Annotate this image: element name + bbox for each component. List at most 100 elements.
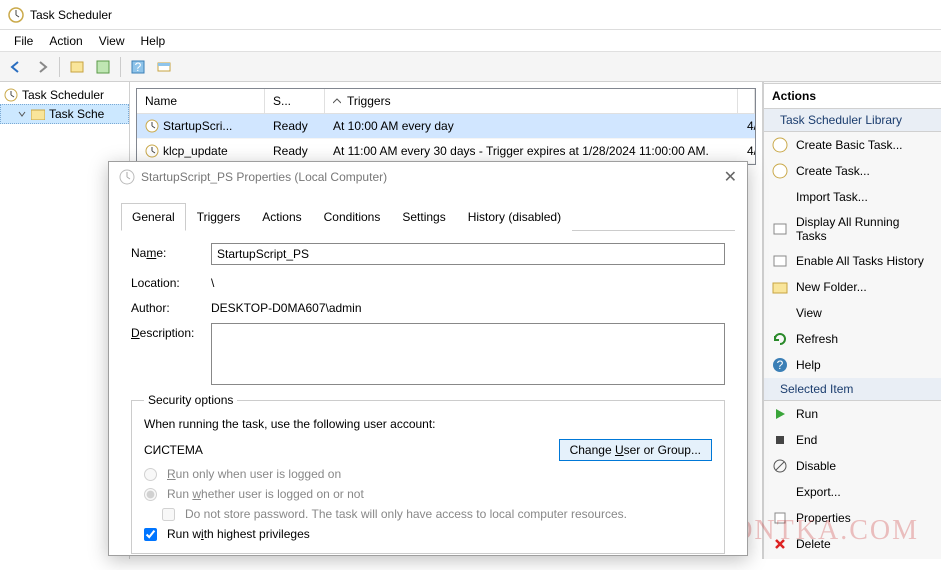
task-list: Name S... Triggers StartupScri... Ready … [136, 88, 756, 165]
security-options-group: Security options When running the task, … [131, 393, 725, 554]
close-icon[interactable]: ✕ [724, 167, 737, 187]
description-input[interactable] [211, 323, 725, 385]
col-status[interactable]: S... [265, 89, 325, 113]
dialog-title: StartupScript_PS Properties (Local Compu… [141, 170, 387, 184]
action-export[interactable]: Export... [764, 479, 941, 505]
tab-conditions[interactable]: Conditions [313, 203, 392, 231]
highest-priv-checkbox[interactable] [144, 528, 157, 541]
svg-text:?: ? [135, 60, 142, 74]
location-value: \ [211, 273, 214, 290]
name-input[interactable] [211, 243, 725, 265]
tab-general[interactable]: General [121, 203, 186, 231]
tab-triggers[interactable]: Triggers [186, 203, 252, 231]
change-user-button[interactable]: Change User or Group... [559, 439, 712, 461]
up-button[interactable] [65, 55, 89, 79]
action-label: Create Basic Task... [796, 138, 903, 152]
task-status: Ready [265, 116, 325, 136]
tree-library[interactable]: Task Sche [0, 104, 129, 124]
delete-icon [772, 536, 788, 552]
actions-header: Actions [764, 83, 941, 109]
action-create-basic[interactable]: Create Basic Task... [764, 132, 941, 158]
action-label: Help [796, 358, 821, 372]
action-label: Refresh [796, 332, 838, 346]
no-store-checkbox [162, 508, 175, 521]
action-label: Display All Running Tasks [796, 215, 933, 243]
menu-view[interactable]: View [91, 31, 133, 51]
disable-icon [772, 458, 788, 474]
toolbar-separator [120, 57, 121, 77]
dialog-tabs: General Triggers Actions Conditions Sett… [121, 202, 735, 231]
task-status: Ready [265, 141, 325, 161]
help-button[interactable]: ? [126, 55, 150, 79]
task-triggers: At 11:00 AM every 30 days - Trigger expi… [325, 141, 739, 161]
tab-settings[interactable]: Settings [391, 203, 456, 231]
action-end[interactable]: End [764, 427, 941, 453]
properties-icon [772, 510, 788, 526]
col-triggers[interactable]: Triggers [325, 89, 738, 113]
task-name: StartupScri... [163, 119, 232, 133]
task-row[interactable]: StartupScri... Ready At 10:00 AM every d… [137, 114, 755, 139]
title-bar: Task Scheduler [0, 0, 941, 30]
action-disable[interactable]: Disable [764, 453, 941, 479]
window-title: Task Scheduler [30, 8, 112, 22]
dialog-icon [119, 169, 135, 185]
tab-content-general: Name: Location: \ Author: DESKTOP-D0MA60… [121, 231, 735, 560]
running-tasks-icon [772, 221, 788, 237]
actions-selected-section: Selected Item [764, 378, 941, 401]
folder-icon [772, 279, 788, 295]
forward-button[interactable] [30, 55, 54, 79]
toolbar-extra-button[interactable] [152, 55, 176, 79]
security-user: СИСТЕМА [144, 443, 553, 457]
menu-help[interactable]: Help [133, 31, 174, 51]
task-name: klcp_update [163, 144, 228, 158]
back-button[interactable] [4, 55, 28, 79]
end-icon [772, 432, 788, 448]
action-enable-history[interactable]: Enable All Tasks History [764, 248, 941, 274]
actions-lib-section: Task Scheduler Library [764, 109, 941, 132]
tree-library-label: Task Sche [49, 107, 104, 121]
menu-file[interactable]: File [6, 31, 41, 51]
svg-text:?: ? [777, 358, 784, 372]
description-label: Description: [131, 323, 211, 340]
folder-icon [31, 108, 45, 120]
tree-root[interactable]: Task Scheduler [0, 86, 129, 104]
action-run[interactable]: Run [764, 401, 941, 427]
run-logged-label: Run only when user is logged on [167, 467, 341, 481]
task-scheduler-icon [8, 7, 24, 23]
author-value: DESKTOP-D0MA607\admin [211, 298, 362, 315]
col-extra[interactable] [738, 89, 755, 113]
chevron-down-icon [17, 109, 27, 119]
action-view[interactable]: View [764, 300, 941, 326]
action-delete[interactable]: Delete [764, 531, 941, 557]
action-import[interactable]: Import Task... [764, 184, 941, 210]
tab-history[interactable]: History (disabled) [457, 203, 572, 231]
history-icon [772, 253, 788, 269]
create-basic-icon [772, 137, 788, 153]
action-help[interactable]: ? Help [764, 352, 941, 378]
properties-button[interactable] [91, 55, 115, 79]
create-task-icon [772, 163, 788, 179]
task-scheduler-icon [4, 88, 18, 102]
tab-actions[interactable]: Actions [251, 203, 312, 231]
action-label: Import Task... [796, 190, 868, 204]
name-label: Name: [131, 243, 211, 260]
action-refresh[interactable]: Refresh [764, 326, 941, 352]
action-new-folder[interactable]: New Folder... [764, 274, 941, 300]
run-whether-radio [144, 488, 157, 501]
menu-action[interactable]: Action [41, 31, 90, 51]
action-label: Delete [796, 537, 831, 551]
action-display-running[interactable]: Display All Running Tasks [764, 210, 941, 248]
no-store-label: Do not store password. The task will onl… [185, 507, 627, 521]
clock-icon [145, 144, 159, 158]
task-list-header: Name S... Triggers [137, 89, 755, 114]
action-label: Create Task... [796, 164, 870, 178]
security-legend: Security options [144, 393, 237, 407]
refresh-icon [772, 331, 788, 347]
toolbar: ? [0, 52, 941, 82]
dialog-body: General Triggers Actions Conditions Sett… [109, 192, 747, 570]
col-name[interactable]: Name [137, 89, 265, 113]
tree-root-label: Task Scheduler [22, 88, 104, 102]
action-create-task[interactable]: Create Task... [764, 158, 941, 184]
highest-priv-label: Run with highest privileges [167, 527, 310, 541]
action-properties[interactable]: Properties [764, 505, 941, 531]
